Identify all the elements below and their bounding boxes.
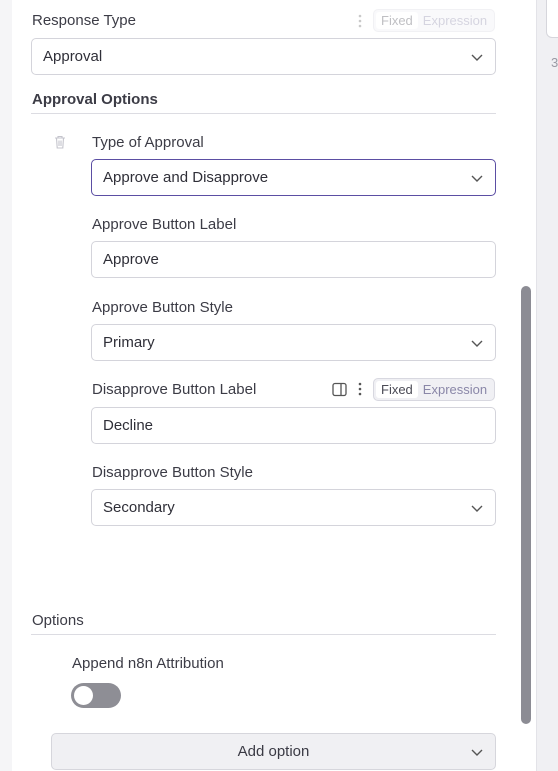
panel-toggle-icon[interactable] [332,382,347,397]
adjacent-panel-edge [536,0,558,771]
approve-button-label-label: Approve Button Label [92,216,237,233]
disapprove-button-label-input[interactable]: Decline [91,407,496,444]
approval-options-heading: Approval Options [32,91,158,108]
disapprove-button-style-value: Secondary [103,499,175,516]
fixed-option[interactable]: Fixed [376,381,418,398]
scrollbar-thumb[interactable] [521,286,531,724]
disapprove-button-style-label: Disapprove Button Style [92,464,253,481]
disapprove-button-label-value: Decline [103,417,154,434]
approve-button-style-label: Approve Button Style [92,299,233,316]
disapprove-button-label-label: Disapprove Button Label [92,381,257,398]
approve-button-style-value: Primary [103,334,155,351]
more-options-icon[interactable] [357,14,363,28]
append-attribution-switch[interactable] [71,683,121,708]
chevron-down-icon [470,745,484,759]
type-of-approval-label: Type of Approval [92,134,204,151]
chevron-down-icon [470,501,484,515]
expression-option[interactable]: Expression [418,12,492,29]
adjacent-digit: 3 [551,55,558,70]
trash-icon[interactable] [54,135,66,149]
divider [31,634,496,635]
add-option-label: Add option [237,743,310,760]
switch-knob [74,686,93,705]
approve-button-label-input[interactable]: Approve [91,241,496,278]
approve-button-label-value: Approve [103,251,159,268]
disapprove-label-mode-toggle[interactable]: Fixed Expression [373,378,496,401]
response-type-mode-toggle[interactable]: Fixed Expression [373,9,496,32]
response-type-label: Response Type [32,12,136,29]
fixed-option[interactable]: Fixed [376,12,418,29]
type-of-approval-select[interactable]: Approve and Disapprove [91,159,496,196]
divider [31,113,496,114]
approve-button-style-select[interactable]: Primary [91,324,496,361]
chevron-down-icon [470,336,484,350]
append-attribution-label: Append n8n Attribution [72,655,224,672]
adjacent-card [546,0,558,38]
add-option-button[interactable]: Add option [51,733,496,770]
disapprove-button-style-select[interactable]: Secondary [91,489,496,526]
chevron-down-icon [470,171,484,185]
more-options-icon[interactable] [357,382,363,396]
chevron-down-icon [470,50,484,64]
options-heading: Options [32,612,84,629]
response-type-select[interactable]: Approval [31,38,496,75]
expression-option[interactable]: Expression [418,381,492,398]
type-of-approval-value: Approve and Disapprove [103,169,269,186]
response-type-value: Approval [43,48,103,65]
